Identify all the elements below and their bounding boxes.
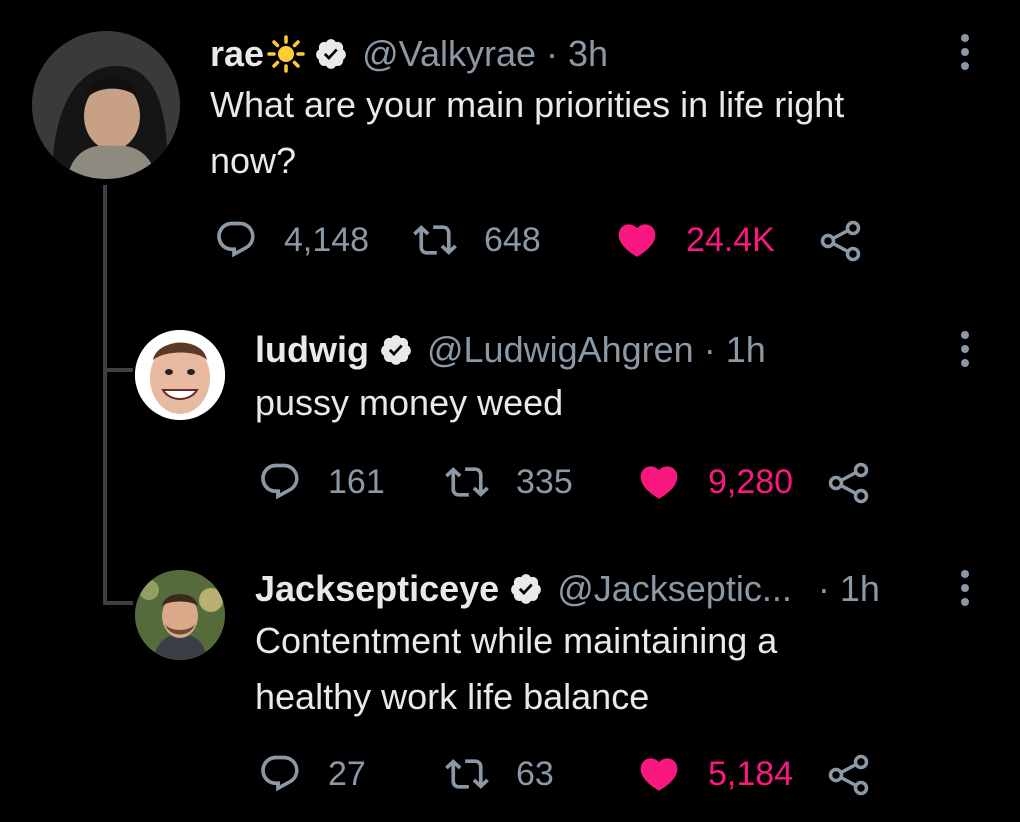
verified-badge-icon [509, 572, 543, 606]
retweet-button[interactable]: 648 [410, 218, 541, 262]
share-button[interactable] [820, 220, 862, 262]
avatar-photo-icon [32, 31, 180, 179]
tweet-text-line-1: Contentment while maintaining a [255, 620, 778, 661]
share-icon [820, 220, 861, 262]
reply-count: 4,148 [284, 220, 370, 259]
tweet-text-line-2: healthy work life balance [255, 676, 650, 717]
avatar-face-icon [135, 330, 225, 420]
user-handle[interactable]: @LudwigAhgren [427, 329, 694, 371]
tweet-text-line-1: What are your main priorities in life ri… [210, 84, 845, 125]
more-options-icon[interactable] [960, 331, 970, 373]
avatar[interactable] [32, 31, 180, 179]
sun-emoji-icon [266, 34, 306, 74]
reply-icon [261, 755, 299, 792]
timestamp[interactable]: · 1h [704, 329, 766, 371]
like-count: 24.4K [686, 220, 775, 259]
thread-line-branch-2 [103, 601, 133, 605]
tweet-header: rae @Valkyrae · 3h [210, 28, 608, 80]
reply-count: 27 [328, 754, 366, 793]
tweet-header: ludwig @LudwigAhgren · 1h [255, 325, 766, 375]
share-icon [828, 462, 869, 504]
like-button[interactable]: 5,184 [636, 752, 793, 796]
heart-icon [640, 758, 678, 791]
tweet-text-line-1: pussy money weed [255, 382, 564, 423]
more-options-icon[interactable] [960, 570, 970, 612]
avatar[interactable] [135, 330, 225, 420]
avatar[interactable] [135, 570, 225, 660]
share-icon [828, 754, 869, 796]
like-count: 9,280 [708, 462, 794, 501]
avatar-photo-icon [135, 570, 225, 660]
reply-button[interactable]: 161 [258, 460, 385, 504]
verified-badge-icon [379, 333, 413, 367]
verified-badge-icon [314, 37, 348, 71]
reply-count: 161 [328, 462, 385, 501]
display-name[interactable]: Jacksepticeye [255, 568, 499, 610]
display-name[interactable]: rae [210, 33, 264, 75]
timestamp[interactable]: · 1h [818, 568, 880, 610]
retweet-icon [445, 467, 489, 497]
like-button[interactable]: 9,280 [636, 460, 793, 504]
retweet-count: 63 [516, 754, 554, 793]
tweet-text-line-2: now? [210, 140, 297, 181]
heart-icon [618, 224, 656, 257]
heart-icon [640, 466, 678, 499]
reply-icon [261, 463, 299, 500]
thread-line-branch-1 [103, 368, 133, 372]
retweet-button[interactable]: 335 [442, 460, 573, 504]
retweet-count: 335 [516, 462, 573, 501]
more-options-icon[interactable] [960, 34, 970, 76]
share-button[interactable] [828, 754, 870, 796]
share-button[interactable] [828, 462, 870, 504]
reply-button[interactable]: 27 [258, 752, 366, 796]
timestamp[interactable]: · 3h [546, 33, 608, 75]
reply-icon [217, 221, 255, 258]
display-name[interactable]: ludwig [255, 329, 369, 371]
user-handle[interactable]: @Valkyrae [362, 33, 536, 75]
reply-button[interactable]: 4,148 [214, 218, 369, 262]
tweet-header: Jacksepticeye @Jackseptic... · 1h [255, 564, 880, 614]
user-handle[interactable]: @Jackseptic... [557, 568, 792, 610]
retweet-count: 648 [484, 220, 541, 259]
retweet-icon [445, 759, 489, 789]
retweet-button[interactable]: 63 [442, 752, 554, 796]
retweet-icon [413, 225, 457, 255]
like-count: 5,184 [708, 754, 794, 793]
thread-line-vertical [103, 185, 107, 605]
like-button[interactable]: 24.4K [614, 218, 775, 262]
